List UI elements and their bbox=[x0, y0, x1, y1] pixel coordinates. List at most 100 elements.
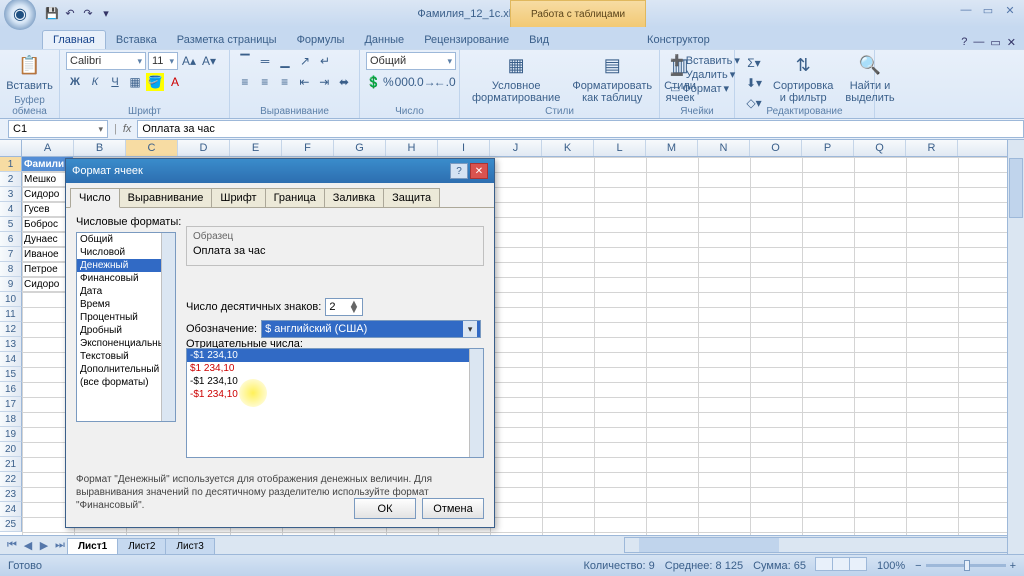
tab-insert[interactable]: Вставка bbox=[106, 31, 167, 49]
bold-icon[interactable]: Ж bbox=[66, 73, 84, 91]
percent-icon[interactable]: % bbox=[383, 73, 394, 91]
row-header[interactable]: 13 bbox=[0, 337, 22, 352]
col-header[interactable]: K bbox=[542, 140, 594, 156]
increase-indent-icon[interactable]: ⇥ bbox=[315, 73, 333, 91]
fill-color-icon[interactable]: 🪣 bbox=[146, 73, 164, 91]
qat-menu-icon[interactable]: ▾ bbox=[98, 6, 114, 22]
ok-button[interactable]: ОК bbox=[354, 498, 416, 519]
tab-first-icon[interactable]: ⏮ bbox=[4, 539, 20, 552]
underline-icon[interactable]: Ч bbox=[106, 73, 124, 91]
help-icon[interactable]: ? bbox=[961, 36, 967, 49]
view-buttons[interactable] bbox=[816, 557, 867, 574]
office-button[interactable]: ◉ bbox=[4, 0, 36, 30]
inc-decimal-icon[interactable]: .0→ bbox=[416, 73, 434, 91]
tab-prev-icon[interactable]: ◀ bbox=[20, 539, 36, 552]
close-icon[interactable]: ✕ bbox=[1000, 2, 1020, 18]
col-header[interactable]: N bbox=[698, 140, 750, 156]
dialog-help-icon[interactable]: ? bbox=[450, 163, 468, 179]
col-header[interactable]: P bbox=[802, 140, 854, 156]
row-header[interactable]: 12 bbox=[0, 322, 22, 337]
dlg-tab-protection[interactable]: Защита bbox=[383, 188, 440, 208]
increase-font-icon[interactable]: A▴ bbox=[180, 52, 198, 70]
name-box[interactable]: C1▾ bbox=[8, 120, 108, 138]
font-color-icon[interactable]: A bbox=[166, 73, 184, 91]
dlg-tab-number[interactable]: Число bbox=[70, 188, 120, 208]
symbol-select[interactable]: $ английский (США)▾ bbox=[261, 320, 481, 338]
category-listbox[interactable]: Общий Числовой Денежный Финансовый Дата … bbox=[76, 232, 176, 422]
doc-minimize-icon[interactable]: — bbox=[973, 36, 984, 49]
row-header[interactable]: 25 bbox=[0, 517, 22, 532]
row-header[interactable]: 10 bbox=[0, 292, 22, 307]
cells-insert-button[interactable]: ➕Вставить▾ bbox=[670, 54, 724, 67]
col-header[interactable]: L bbox=[594, 140, 646, 156]
row-header[interactable]: 21 bbox=[0, 457, 22, 472]
number-format-combo[interactable]: Общий▾ bbox=[366, 52, 456, 70]
col-header[interactable]: H bbox=[386, 140, 438, 156]
border-icon[interactable]: ▦ bbox=[126, 73, 144, 91]
italic-icon[interactable]: К bbox=[86, 73, 104, 91]
cancel-button[interactable]: Отмена bbox=[422, 498, 484, 519]
currency-icon[interactable]: 💲 bbox=[366, 73, 381, 91]
dlg-tab-font[interactable]: Шрифт bbox=[211, 188, 265, 208]
dlg-tab-border[interactable]: Граница bbox=[265, 188, 325, 208]
redo-icon[interactable]: ↷ bbox=[80, 6, 96, 22]
row-header[interactable]: 8 bbox=[0, 262, 22, 277]
row-header[interactable]: 5 bbox=[0, 217, 22, 232]
zoom-slider[interactable] bbox=[926, 564, 1006, 567]
minimize-icon[interactable]: — bbox=[956, 2, 976, 18]
row-header[interactable]: 16 bbox=[0, 382, 22, 397]
sheet-tab[interactable]: Лист1 bbox=[67, 538, 118, 554]
row-header[interactable]: 9 bbox=[0, 277, 22, 292]
list-item[interactable]: $1 234,10 bbox=[187, 362, 483, 375]
col-header[interactable]: F bbox=[282, 140, 334, 156]
cells-delete-button[interactable]: ➖Удалить▾ bbox=[670, 68, 724, 81]
autosum-icon[interactable]: Σ▾ bbox=[745, 54, 763, 72]
row-header[interactable]: 24 bbox=[0, 502, 22, 517]
tab-page-layout[interactable]: Разметка страницы bbox=[167, 31, 287, 49]
dialog-title-bar[interactable]: Формат ячеек ?✕ bbox=[66, 159, 494, 183]
save-icon[interactable]: 💾 bbox=[44, 6, 60, 22]
align-bottom-icon[interactable]: ▁ bbox=[276, 52, 294, 70]
comma-icon[interactable]: 000 bbox=[396, 73, 414, 91]
h-scrollbar[interactable] bbox=[624, 537, 1024, 553]
negative-numbers-listbox[interactable]: -$1 234,10 $1 234,10 -$1 234,10 -$1 234,… bbox=[186, 348, 484, 458]
fx-icon[interactable]: fx bbox=[123, 123, 132, 135]
align-center-icon[interactable]: ≡ bbox=[256, 73, 274, 91]
col-header[interactable]: E bbox=[230, 140, 282, 156]
tab-next-icon[interactable]: ▶ bbox=[36, 539, 52, 552]
list-item[interactable]: -$1 234,10 bbox=[187, 349, 483, 362]
list-item[interactable]: -$1 234,10 bbox=[187, 375, 483, 388]
col-header[interactable]: C bbox=[126, 140, 178, 156]
tab-view[interactable]: Вид bbox=[519, 31, 559, 49]
decrease-font-icon[interactable]: A▾ bbox=[200, 52, 218, 70]
row-header[interactable]: 20 bbox=[0, 442, 22, 457]
row-header[interactable]: 1 bbox=[0, 157, 22, 172]
col-header[interactable]: O bbox=[750, 140, 802, 156]
sheet-tab[interactable]: Лист2 bbox=[117, 538, 166, 554]
font-name-combo[interactable]: Calibri▾ bbox=[66, 52, 146, 70]
fill-down-icon[interactable]: ⬇▾ bbox=[745, 74, 763, 92]
align-right-icon[interactable]: ≡ bbox=[276, 73, 294, 91]
doc-close-icon[interactable]: ✕ bbox=[1007, 36, 1016, 49]
zoom-in-icon[interactable]: + bbox=[1010, 560, 1016, 572]
tab-table-design[interactable]: Конструктор bbox=[637, 31, 720, 49]
align-middle-icon[interactable]: ═ bbox=[256, 52, 274, 70]
cells-format-button[interactable]: ▭Формат▾ bbox=[670, 82, 724, 95]
v-scrollbar[interactable] bbox=[1007, 140, 1024, 554]
row-header[interactable]: 15 bbox=[0, 367, 22, 382]
font-size-combo[interactable]: 11▾ bbox=[148, 52, 178, 70]
tab-data[interactable]: Данные bbox=[354, 31, 414, 49]
wrap-text-icon[interactable]: ↵ bbox=[316, 52, 334, 70]
tab-last-icon[interactable]: ⏭ bbox=[52, 539, 68, 552]
list-item[interactable]: -$1 234,10 bbox=[187, 388, 483, 401]
col-header[interactable]: J bbox=[490, 140, 542, 156]
align-top-icon[interactable]: ▔ bbox=[236, 52, 254, 70]
row-header[interactable]: 4 bbox=[0, 202, 22, 217]
align-left-icon[interactable]: ≡ bbox=[236, 73, 254, 91]
row-header[interactable]: 17 bbox=[0, 397, 22, 412]
col-header[interactable]: B bbox=[74, 140, 126, 156]
tab-review[interactable]: Рецензирование bbox=[414, 31, 519, 49]
doc-restore-icon[interactable]: ▭ bbox=[990, 36, 1000, 49]
dialog-close-icon[interactable]: ✕ bbox=[470, 163, 488, 179]
row-header[interactable]: 2 bbox=[0, 172, 22, 187]
